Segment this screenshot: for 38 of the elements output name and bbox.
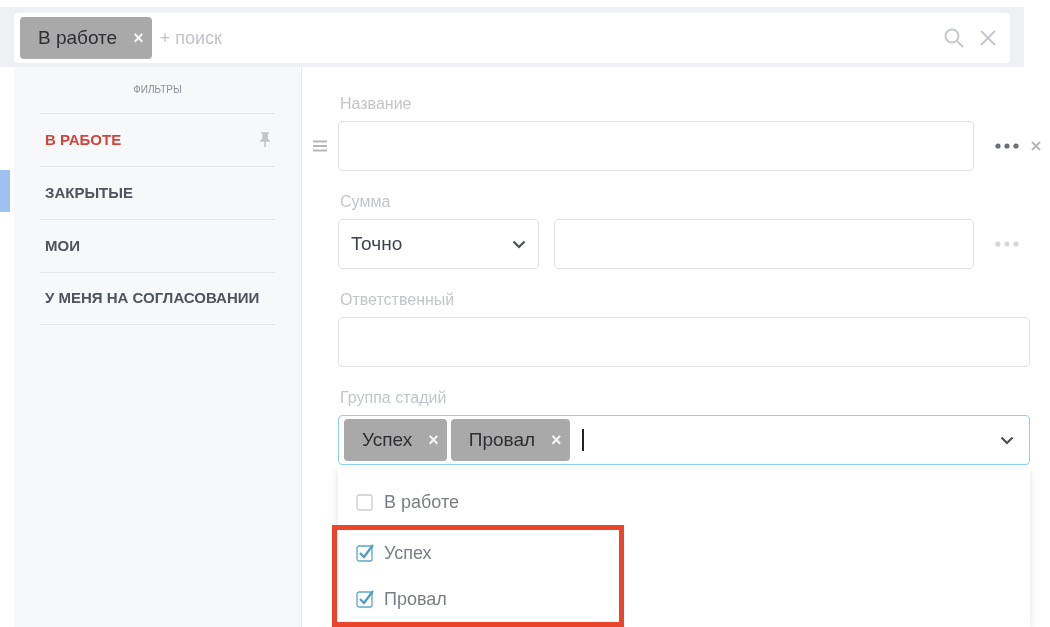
dropdown-option[interactable]: В работе (338, 479, 1030, 525)
text-field[interactable] (554, 219, 974, 269)
search-input[interactable]: + поиск (159, 24, 936, 52)
more-icon[interactable] (995, 143, 1019, 149)
chip-label: Успех (362, 427, 413, 452)
close-icon[interactable] (980, 30, 996, 46)
filter-item[interactable]: МОИ (40, 219, 275, 272)
chevron-down-icon (1000, 435, 1014, 445)
close-icon[interactable] (1031, 141, 1041, 151)
search-icon[interactable] (944, 28, 964, 48)
filter-chip[interactable]: Успех × (344, 419, 447, 461)
multi-select-field[interactable]: Успех × Провал × (338, 415, 1030, 465)
chevron-down-icon (512, 239, 526, 249)
filter-item[interactable]: В РАБОТЕ (40, 113, 275, 166)
checkbox[interactable] (356, 493, 374, 511)
checkbox[interactable] (356, 590, 374, 608)
text-field[interactable] (338, 121, 974, 171)
filter-chip[interactable]: Провал × (450, 419, 570, 461)
drag-handle-icon[interactable] (313, 140, 327, 152)
chip-label: В работе (38, 25, 118, 50)
filter-item[interactable]: У МЕНЯ НА СОГЛАСОВАНИИ (40, 272, 275, 325)
select-field[interactable]: Точно (338, 219, 539, 269)
field-label: Ответственный (340, 290, 456, 310)
search-bar[interactable]: В работе × + поиск (14, 13, 1010, 63)
chip-label: Провал (468, 427, 536, 452)
text-cursor (581, 429, 584, 451)
field-label: Сумма (340, 192, 392, 212)
row-highlight (0, 170, 10, 212)
dropdown-option[interactable]: Провал (338, 576, 619, 622)
pin-icon[interactable] (260, 132, 270, 148)
field-label: Название (340, 94, 413, 114)
filter-item[interactable]: ЗАКРЫТЫЕ (40, 166, 275, 219)
text-field[interactable] (338, 317, 1030, 367)
checkbox[interactable] (356, 544, 374, 562)
sidebar-title: ФИЛЬТРЫ (132, 83, 183, 97)
field-label: Группа стадий (340, 388, 448, 408)
filter-chip[interactable]: В работе × (20, 17, 152, 59)
dropdown-option[interactable]: Успех (338, 530, 619, 576)
